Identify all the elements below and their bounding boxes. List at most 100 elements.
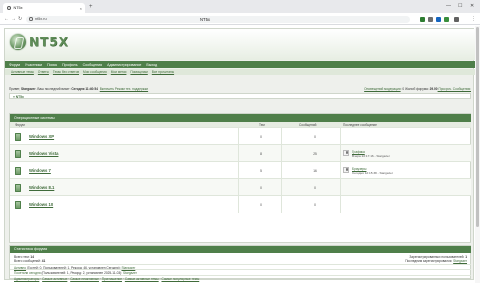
forum-row: Windows 10 0 0: [10, 195, 471, 213]
tab-favicon-icon: [7, 6, 11, 10]
profile-avatar-icon[interactable]: [454, 16, 459, 22]
divider: [238, 162, 239, 179]
forum-statistics: Статистика форума Всего тем: 14 Всего со…: [9, 245, 471, 281]
subnav-link[interactable]: Ответы: [38, 70, 49, 74]
subnav-link[interactable]: Мои метки: [111, 70, 127, 74]
back-button[interactable]: ←: [4, 16, 9, 23]
nav-item[interactable]: Поиск: [47, 63, 57, 67]
tab-title: NT5x: [13, 6, 23, 10]
subnav-link[interactable]: Темы без ответов: [53, 70, 79, 74]
sub-navigation: Активные темы Ответы Темы без ответов Мо…: [5, 69, 475, 75]
forum-folder-icon: [15, 166, 21, 175]
forum-link[interactable]: Windows Vista: [29, 151, 58, 156]
newest-member: Последним зарегистрировался: Stargazer: [405, 258, 467, 263]
maintenance-mode-link[interactable]: Включить Режим тех. поддержки: [100, 87, 148, 91]
page-scrollbar[interactable]: [475, 26, 480, 283]
browser-menu-icon[interactable]: ⋮: [471, 16, 476, 23]
url-field[interactable]: nt5x.ru: [26, 15, 410, 23]
active-topics-link[interactable]: Самые активные темы: [125, 277, 159, 281]
url-text: nt5x.ru: [35, 17, 47, 21]
divider: [340, 196, 341, 213]
forum-link[interactable]: Windows 8.1: [29, 185, 54, 190]
reload-button[interactable]: ↻: [18, 16, 22, 23]
browser-titlebar: NT5x × + — ☐ ✕: [0, 0, 480, 13]
forum-folder-icon: [15, 132, 21, 141]
minimize-button[interactable]: —: [446, 2, 451, 10]
last-post-meta: Вчера 22:17:16 - Stargazer: [352, 154, 390, 158]
subnav-link[interactable]: Помощники: [130, 70, 147, 74]
last-post-title-link[interactable]: Браузеры: [352, 167, 366, 171]
last-post-meta: Сегодня 12:15:38 - Stargazer: [352, 171, 393, 175]
extension-icon-1[interactable]: [420, 16, 425, 22]
forum-link[interactable]: Windows 10: [29, 202, 53, 207]
extension-icon-3[interactable]: [436, 16, 441, 22]
stats-title: Статистика форума: [10, 246, 471, 253]
topics-count: 0: [260, 135, 262, 139]
forum-row: Windows 7 5 16 Браузеры Сегодня 12:15:38…: [10, 161, 471, 179]
divider: [238, 196, 239, 213]
divider: [238, 179, 239, 196]
tab-close-icon[interactable]: ×: [80, 6, 82, 11]
newest-member-link[interactable]: Stargazer: [453, 259, 467, 263]
user-avatar-icon[interactable]: [343, 149, 349, 156]
breadcrumb-link[interactable]: » NT5x: [13, 95, 24, 99]
maximize-button[interactable]: ☐: [458, 2, 462, 10]
welcome-bar: Привет, Stargazer. Ваш последний визит: …: [9, 86, 471, 92]
most-active-link[interactable]: Самые активные: [42, 277, 67, 281]
divider: [281, 145, 282, 162]
close-window-button[interactable]: ✕: [470, 2, 474, 10]
nav-item[interactable]: Выход: [146, 63, 157, 67]
page-title-overlay: NT5x: [200, 17, 211, 22]
subnav-link[interactable]: Мои сообщения: [83, 70, 107, 74]
nav-item[interactable]: Участники: [25, 63, 42, 67]
forward-button[interactable]: →: [11, 16, 16, 23]
scrollbar-thumb[interactable]: [476, 27, 479, 227]
forum-folder-icon: [15, 200, 21, 209]
nav-item[interactable]: Профиль: [62, 63, 78, 67]
reports-count: 29.00: [429, 87, 438, 91]
posts-count: 0: [314, 186, 316, 190]
admins-link[interactable]: Администраторы: [14, 277, 39, 281]
popular-topics-link[interactable]: Самые популярные темы: [161, 277, 199, 281]
divider: [340, 145, 341, 162]
extension-icon-2[interactable]: [428, 16, 433, 22]
divider: [281, 196, 282, 213]
site-logo-text[interactable]: NT5X: [29, 35, 69, 49]
forum-link[interactable]: Windows XP: [29, 134, 54, 139]
welcome-text: Привет, Stargazer. Ваш последний визит: …: [9, 87, 149, 91]
nav-item[interactable]: Сообщения: [83, 63, 103, 67]
new-tab-button[interactable]: +: [89, 3, 93, 11]
last-post-title-link[interactable]: Графика: [352, 150, 365, 154]
divider: [281, 128, 282, 145]
forum-row: Windows XP 0 0: [10, 127, 471, 145]
site-info-icon[interactable]: [29, 17, 33, 21]
moderation-info: Оповещений модерации: 0 Жалоб форума: 29…: [364, 87, 471, 91]
last-visit-time: Сегодня 11:40:54: [71, 87, 98, 91]
subnav-link[interactable]: Активные темы: [11, 70, 34, 74]
divider: [281, 179, 282, 196]
forum-link[interactable]: Windows 7: [29, 168, 51, 173]
forum-category-table: Операционные системы Форум Тем Сообщений…: [9, 113, 471, 243]
extension-icon-4[interactable]: [444, 16, 449, 22]
nav-item[interactable]: Администрирование: [107, 63, 141, 67]
overdue-posts-link[interactable]: Просроч. Сообщения:: [438, 87, 471, 91]
divider: [340, 179, 341, 196]
invitation-link[interactable]: Приглашение: [102, 277, 122, 281]
least-active-link[interactable]: Самые неактивные: [70, 277, 99, 281]
forum-row: Windows 8.1 0 0: [10, 178, 471, 196]
stats-footer-links: Администраторы · Самые активные · Самые …: [10, 274, 471, 281]
nav-item[interactable]: Форум: [9, 63, 20, 67]
posts-count: 16: [313, 169, 317, 173]
browser-tab[interactable]: NT5x ×: [3, 3, 85, 13]
moderation-queue-link[interactable]: Оповещений модерации: [364, 87, 400, 91]
site-logo-icon[interactable]: [10, 34, 26, 50]
posts-count: 25: [313, 152, 317, 156]
user-avatar-icon[interactable]: [343, 166, 349, 173]
subnav-link[interactable]: Все прочитаны: [152, 70, 174, 74]
topics-count: 0: [260, 203, 262, 207]
topics-count: 8: [260, 152, 262, 156]
forum-folder-icon: [15, 149, 21, 158]
divider: [238, 145, 239, 162]
site-header: NT5X: [5, 29, 475, 60]
posts-count: 0: [314, 203, 316, 207]
